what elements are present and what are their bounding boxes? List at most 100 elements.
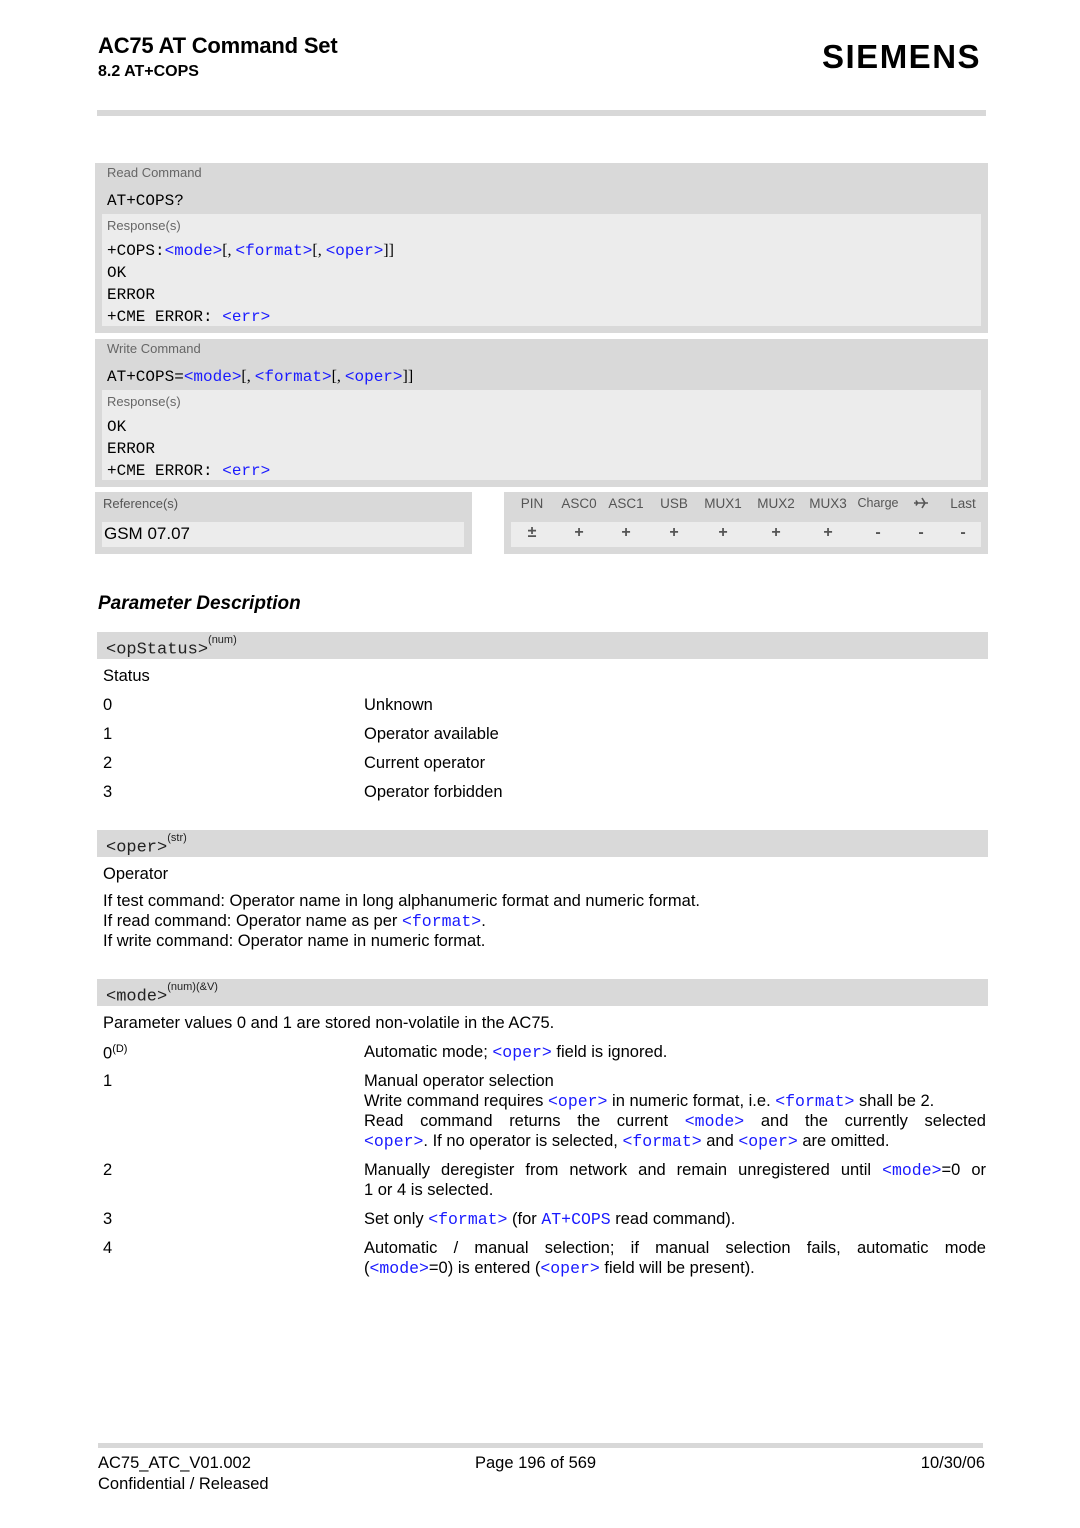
param-header-opstatus: <opStatus>(num) [97, 632, 988, 660]
mode-link[interactable]: <mode> [685, 1112, 744, 1131]
flag-value-usb: + [669, 524, 679, 541]
document-title: AC75 AT Command Set [98, 33, 338, 58]
write-response-cme-error: +CME ERROR: <err> [107, 462, 271, 480]
oper-link[interactable]: <oper> [738, 1132, 797, 1151]
mode-desc-4-line2: (<mode>=0) is entered (<oper> field will… [364, 1259, 755, 1278]
flag-value-mux1: + [718, 524, 728, 541]
mode-value-2: 2 [103, 1161, 113, 1179]
format-link[interactable]: <format> [236, 242, 313, 260]
oper-link[interactable]: <oper> [492, 1043, 551, 1062]
flag-header-mux3: MUX3 [809, 496, 847, 511]
mode-value-4: 4 [103, 1239, 113, 1257]
mode-desc-0: Automatic mode; <oper> field is ignored. [364, 1043, 668, 1062]
mode-desc-1-omitted: <oper>. If no operator is selected, <for… [364, 1132, 890, 1151]
mode-desc-1-read: Read command returns the current <mode> … [364, 1112, 986, 1131]
mode-link[interactable]: <mode> [882, 1161, 941, 1180]
write-responses-box: Response(s) OK ERROR +CME ERROR: <err> [102, 390, 981, 480]
read-response-cops: +COPS:<mode>[, <format>[, <oper>]] [107, 242, 394, 260]
flag-value-last: - [960, 524, 966, 541]
format-link[interactable]: <format> [775, 1092, 854, 1111]
flag-header-pin: PIN [520, 496, 544, 511]
mode-desc-4-line1: Automatic / manual selection; if manual … [364, 1239, 986, 1257]
mode-desc-1-title: Manual operator selection [364, 1072, 554, 1090]
read-command-syntax: AT+COPS? [107, 192, 184, 210]
err-link[interactable]: <err> [222, 308, 270, 326]
header-divider [97, 110, 986, 116]
err-link[interactable]: <err> [222, 462, 270, 480]
footer-date: 10/30/06 [920, 1454, 985, 1472]
mode-value-1: 1 [103, 1072, 113, 1090]
mode-value-3: 3 [103, 1210, 113, 1228]
read-response-error: ERROR [107, 286, 156, 304]
flag-header-asc0: ASC0 [561, 496, 597, 511]
read-response-ok: OK [107, 264, 127, 282]
at-cops-link[interactable]: AT+COPS [541, 1210, 610, 1229]
param-name: <mode> [106, 987, 168, 1007]
flag-value-pin: ± [527, 524, 537, 541]
param-type: (num)(&V) [167, 981, 218, 993]
param-type: (str) [167, 832, 187, 844]
reference-label: Reference(s) [103, 496, 179, 511]
read-command-box: Read Command AT+COPS? Response(s) +COPS:… [95, 163, 988, 333]
write-command-box: Write Command AT+COPS=<mode>[, <format>[… [95, 339, 988, 487]
format-link[interactable]: <format> [402, 912, 481, 931]
read-command-label: Read Command [107, 165, 202, 180]
opstatus-description: Unknown [364, 696, 433, 714]
write-response-error: ERROR [107, 440, 156, 458]
mode-desc-2-line1: Manually deregister from network and rem… [364, 1161, 986, 1180]
mode-link[interactable]: <mode> [370, 1259, 429, 1278]
mode-value-0: 0(D) [103, 1043, 128, 1063]
oper-link[interactable]: <oper> [548, 1092, 607, 1111]
oper-link[interactable]: <oper> [364, 1132, 423, 1151]
opstatus-value: 2 [103, 754, 113, 772]
oper-desc-test: If test command: Operator name in long a… [103, 892, 701, 910]
read-response-cme-error: +CME ERROR: <err> [107, 308, 271, 326]
reference-box: Reference(s) GSM 07.07 [95, 492, 472, 554]
flag-header-usb: USB [660, 496, 688, 511]
read-responses-label: Response(s) [107, 218, 181, 233]
mode-intro: Parameter values 0 and 1 are stored non-… [103, 1014, 555, 1032]
mode-link[interactable]: <mode> [165, 242, 223, 260]
opstatus-description: Operator forbidden [364, 783, 503, 801]
opstatus-value: 0 [103, 696, 113, 714]
oper-link[interactable]: <oper> [326, 242, 384, 260]
flag-header-last: Last [950, 496, 976, 511]
flag-value-asc0: + [574, 524, 584, 541]
reference-value: GSM 07.07 [102, 522, 464, 547]
oper-title: Operator [103, 865, 169, 883]
default-marker: (D) [112, 1043, 128, 1055]
footer-status: Confidential / Released [98, 1475, 269, 1493]
opstatus-description: Operator available [364, 725, 499, 743]
flag-value-mux3: + [823, 524, 833, 541]
oper-desc-read: If read command: Operator name as per <f… [103, 912, 486, 931]
flag-value-asc1: + [621, 524, 631, 541]
oper-link[interactable]: <oper> [540, 1259, 599, 1278]
footer-doc-id: AC75_ATC_V01.002 [98, 1454, 251, 1472]
opstatus-title: Status [103, 667, 150, 685]
opstatus-description: Current operator [364, 754, 486, 772]
param-header-mode: <mode>(num)(&V) [97, 979, 988, 1007]
mode-desc-3: Set only <format> (for AT+COPS read comm… [364, 1210, 736, 1229]
param-name: <opStatus> [106, 640, 209, 660]
write-response-ok: OK [107, 418, 127, 436]
footer-divider [98, 1443, 983, 1448]
opstatus-value: 3 [103, 783, 113, 801]
format-link[interactable]: <format> [255, 368, 332, 386]
parameter-description-heading: Parameter Description [98, 593, 301, 614]
siemens-logo: SIEMENS [822, 38, 982, 75]
interface-flags-box: PIN ± ASC0 + ASC1 + USB + MUX1 + MUX2 + MUX3 + Charge -… [504, 492, 988, 554]
opstatus-value: 1 [103, 725, 113, 743]
mode-desc-1-write: Write command requires <oper> in numeric… [364, 1092, 935, 1111]
param-type: (num) [208, 634, 237, 646]
write-command-label: Write Command [107, 341, 201, 356]
mode-desc-2-line2: 1 or 4 is selected. [364, 1181, 494, 1199]
param-name: <oper> [106, 838, 168, 858]
format-link[interactable]: <format> [622, 1132, 701, 1151]
mode-link[interactable]: <mode> [184, 368, 242, 386]
section-title: 8.2 AT+COPS [98, 63, 199, 80]
write-responses-label: Response(s) [107, 394, 181, 409]
flag-value-mux2: + [771, 524, 781, 541]
flag-header-mux1: MUX1 [704, 496, 742, 511]
oper-link[interactable]: <oper> [345, 368, 403, 386]
format-link[interactable]: <format> [428, 1210, 507, 1229]
